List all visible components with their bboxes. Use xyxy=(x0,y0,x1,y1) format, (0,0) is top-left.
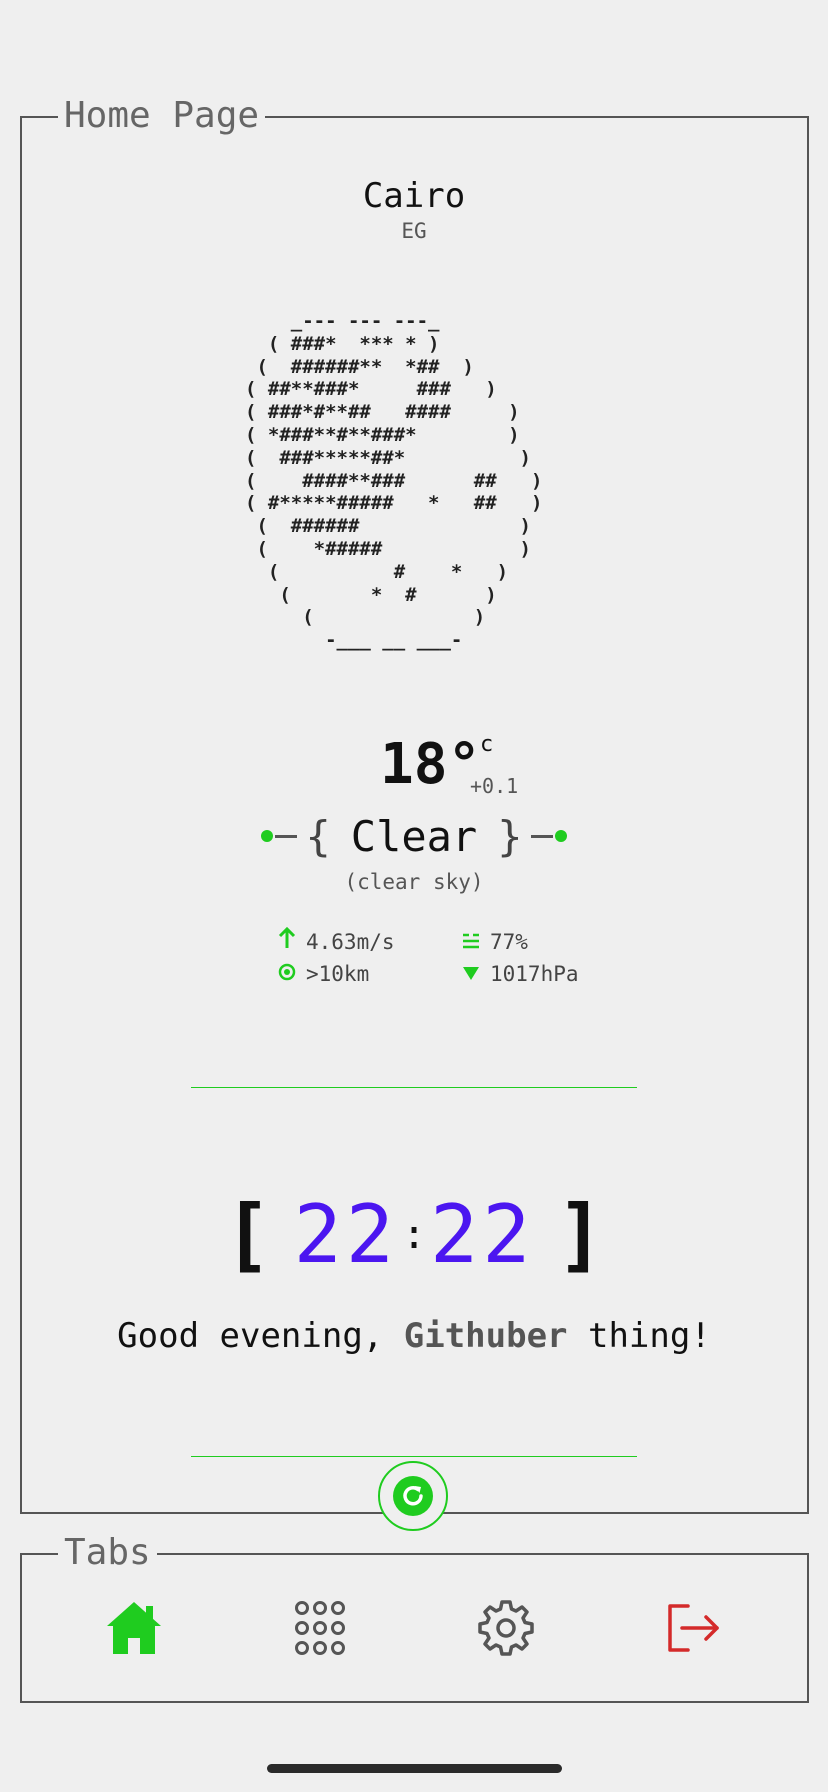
clock-separator: : xyxy=(401,1212,427,1258)
condition-detail: (clear sky) xyxy=(344,870,484,894)
condition-line: { Clear } xyxy=(0,806,828,866)
temperature-unit: c xyxy=(480,732,494,757)
home-icon xyxy=(107,1602,161,1654)
tab-apps[interactable] xyxy=(290,1598,350,1658)
tabs-legend: Tabs xyxy=(58,1533,157,1573)
tab-settings[interactable] xyxy=(476,1598,536,1658)
clock-display: [ 22 : 22 ] xyxy=(0,1190,828,1280)
pressure-stat: 1017hPa xyxy=(456,958,579,990)
condition-dash-right xyxy=(530,834,553,838)
condition-brace-right: } xyxy=(497,811,523,861)
pressure-value: 1017hPa xyxy=(490,962,579,986)
condition-dot-left xyxy=(261,830,274,842)
stats-left-column: 4.63m/s >10km xyxy=(272,926,395,990)
stats-right-column: 77% 1017hPa xyxy=(456,926,579,990)
country-code: EG xyxy=(401,219,427,243)
condition-brace-left: { xyxy=(305,811,331,861)
pressure-triangle-icon xyxy=(456,958,486,990)
refresh-icon xyxy=(393,1476,433,1516)
greeting-suffix: thing! xyxy=(567,1316,711,1356)
visibility-value: >10km xyxy=(306,962,370,986)
wind-stat: 4.63m/s xyxy=(272,926,395,958)
tab-logout[interactable] xyxy=(662,1598,722,1658)
greeting-prefix: Good evening, xyxy=(117,1316,404,1356)
clock-hours: 22 xyxy=(293,1188,398,1281)
condition-text: Clear xyxy=(350,811,478,861)
wind-arrow-icon xyxy=(272,926,302,958)
temperature-block: 18° c +0.1 xyxy=(380,730,518,800)
humidity-icon xyxy=(456,926,486,958)
logout-icon xyxy=(668,1604,719,1652)
condition-dot-right xyxy=(554,830,567,842)
clock-bracket-right: ] xyxy=(556,1188,605,1281)
refresh-button[interactable] xyxy=(378,1461,448,1531)
visibility-stat: >10km xyxy=(272,958,395,990)
clock-minutes: 22 xyxy=(430,1188,535,1281)
greeting-username: Githuber xyxy=(403,1316,568,1356)
humidity-value: 77% xyxy=(490,930,528,954)
temperature-value: 18° xyxy=(380,732,482,797)
tab-home[interactable] xyxy=(104,1598,164,1658)
temperature-delta: +0.1 xyxy=(470,774,519,798)
gear-icon xyxy=(478,1600,534,1656)
home-page-legend: Home Page xyxy=(58,96,266,136)
condition-dash-left xyxy=(275,834,298,838)
visibility-icon xyxy=(272,958,302,990)
city-name: Cairo xyxy=(362,176,466,216)
wind-value: 4.63m/s xyxy=(306,930,395,954)
greeting-text: Good evening, Githuber thing! xyxy=(0,1316,828,1356)
apps-grid-icon xyxy=(295,1601,345,1655)
divider-bottom xyxy=(191,1456,637,1457)
humidity-stat: 77% xyxy=(456,926,579,958)
divider-top xyxy=(191,1087,637,1088)
home-indicator[interactable] xyxy=(267,1764,562,1773)
weather-ascii-art: _--- --- ---_ ( ###* *** * ) ( ######** … xyxy=(245,310,543,652)
clock-bracket-left: [ xyxy=(223,1188,272,1281)
